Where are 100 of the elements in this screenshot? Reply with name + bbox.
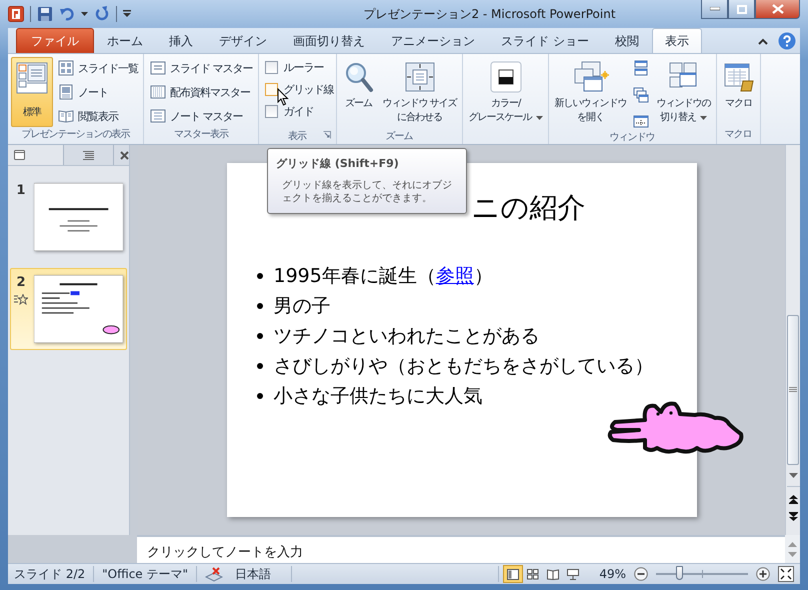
slide-icon	[14, 150, 25, 160]
window-title: プレゼンテーション2 - Microsoft PowerPoint	[362, 6, 617, 22]
previous-slide-icon[interactable]	[788, 495, 798, 504]
dropdown-caret-icon[interactable]	[81, 12, 88, 16]
normal-view-icon	[507, 568, 520, 580]
fit-window-icon	[404, 61, 436, 93]
maximize-button[interactable]	[728, 0, 755, 19]
ribbon-tab[interactable]: スライド ショー	[488, 28, 602, 53]
bullet-icon	[256, 393, 262, 399]
view-mode-button[interactable]	[503, 565, 524, 583]
collapse-ribbon-icon[interactable]	[758, 38, 768, 44]
color-grayscale-button[interactable]: カラー/ グレースケール	[466, 57, 546, 129]
ribbon-tab[interactable]: ホーム	[94, 28, 156, 53]
bullet-icon	[256, 363, 262, 369]
grayscale-icon	[490, 61, 522, 93]
new-window-button[interactable]: 新しいウィンドウ を開く	[552, 57, 630, 130]
arrange-all-icon[interactable]	[632, 60, 649, 76]
fit-slide-icon[interactable]	[778, 566, 794, 582]
maximize-icon	[736, 4, 746, 14]
theme-name: "Office テーマ"	[102, 566, 188, 582]
undo-icon[interactable]	[59, 6, 75, 22]
bullet-text: 男の子	[274, 294, 330, 319]
close-icon[interactable]	[120, 151, 129, 160]
checkbox-label[interactable]: グリッド線	[284, 82, 334, 96]
outline-icon	[83, 150, 94, 160]
checkbox[interactable]	[264, 104, 278, 118]
projector-icon	[567, 568, 580, 580]
bullet-text: 小さな子供たちに大人気	[274, 384, 482, 409]
zoom-percentage[interactable]: 49%	[599, 567, 626, 581]
minimize-button[interactable]	[701, 0, 728, 19]
zoom-slider-thumb[interactable]	[676, 566, 683, 580]
ribbon-tab[interactable]: 画面切り替え	[280, 28, 378, 53]
hyperlink[interactable]: 参照	[436, 265, 474, 287]
normal-view-button[interactable]: 標準	[11, 57, 53, 127]
fit-to-window-button[interactable]: ウィンドウ サイズ に合わせる	[380, 57, 460, 129]
book-icon	[547, 568, 560, 580]
switch-windows-button[interactable]: ウィンドウの 切り替え	[654, 57, 714, 130]
master-layout-icon	[150, 60, 166, 76]
view-button[interactable]: スライド一覧	[55, 57, 141, 79]
move-split-icon[interactable]	[632, 114, 649, 130]
bullet-icon	[256, 333, 262, 339]
group-label: プレゼンテーションの表示	[20, 128, 131, 142]
slide-number: 1	[16, 183, 26, 198]
spelling-check-icon[interactable]	[205, 566, 224, 582]
help-icon[interactable]	[778, 32, 796, 50]
macro-button[interactable]: マクロ	[720, 57, 758, 127]
slides-tab[interactable]	[8, 145, 64, 165]
save-icon[interactable]	[37, 6, 53, 22]
master-view-button[interactable]: スライド マスター	[147, 57, 256, 79]
checkbox-label[interactable]: ルーラー	[284, 60, 324, 74]
slide-grid-icon	[58, 60, 74, 76]
caret-icon	[536, 116, 543, 120]
checkbox[interactable]	[264, 82, 278, 96]
slide-grid-icon	[527, 568, 540, 580]
zoom-in-icon[interactable]	[756, 567, 770, 581]
file-tab[interactable]: ファイル	[16, 28, 94, 53]
master-view-button[interactable]: 配布資料マスター	[147, 81, 256, 103]
checkbox[interactable]	[264, 60, 278, 74]
bullet-icon	[256, 273, 262, 279]
master-view-button[interactable]: ノート マスター	[147, 105, 256, 127]
caret-icon	[700, 116, 708, 120]
view-button[interactable]: 閲覧表示	[55, 105, 141, 127]
ribbon-tab[interactable]: デザイン	[206, 28, 280, 53]
zoom-button[interactable]: ズーム	[340, 57, 378, 129]
slide-thumbnail-item[interactable]: 2	[10, 268, 127, 350]
checkbox-label[interactable]: ガイド	[284, 104, 314, 118]
ribbon-tab[interactable]: 表示	[652, 28, 702, 53]
cascade-icon[interactable]	[632, 87, 649, 103]
scrollbar-thumb[interactable]	[787, 315, 799, 465]
minimize-icon	[710, 7, 720, 11]
view-button[interactable]: ノート	[55, 81, 141, 103]
group-label: マスター表示	[172, 128, 230, 142]
next-slide-icon[interactable]	[788, 512, 798, 521]
master-layout-icon	[150, 84, 166, 100]
ribbon-tab[interactable]: 校閲	[602, 28, 652, 53]
book-icon	[58, 108, 74, 124]
ribbon-tab[interactable]: 挿入	[156, 28, 206, 53]
notes-page-icon	[58, 84, 74, 100]
tooltip-title: グリッド線 (Shift+F9)	[276, 156, 400, 171]
customize-menu-icon[interactable]	[123, 10, 131, 18]
zoom-out-icon[interactable]	[634, 567, 648, 581]
dialog-launcher-icon[interactable]	[322, 131, 330, 139]
close-icon	[772, 4, 784, 14]
scroll-down-icon[interactable]	[788, 473, 798, 478]
group-label: マクロ	[724, 128, 753, 142]
bullet-text: 1995年春に誕生（参照）	[274, 264, 493, 289]
ribbon-tab[interactable]: アニメーション	[378, 28, 488, 53]
bullet-text: ツチノコといわれたことがある	[274, 324, 540, 349]
group-label: ウィンドウ	[608, 131, 656, 144]
slide-number: 2	[16, 275, 26, 290]
notes-field[interactable]: クリックしてノートを入力	[137, 535, 785, 563]
macro-icon	[722, 61, 755, 93]
close-button[interactable]	[755, 0, 800, 19]
redo-icon[interactable]	[94, 6, 110, 22]
slide-thumbnail-item[interactable]: 1	[10, 176, 127, 258]
slide-title: ニの紹介	[472, 191, 586, 224]
powerpoint-logo-icon[interactable]	[8, 6, 24, 22]
language[interactable]: 日本語	[231, 566, 284, 582]
grip-icon	[789, 387, 797, 393]
new-window-icon	[572, 61, 609, 93]
